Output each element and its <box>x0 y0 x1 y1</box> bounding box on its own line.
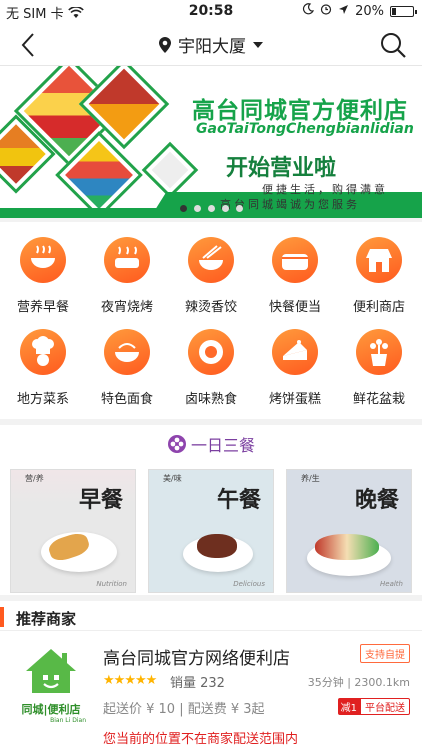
chef-icon <box>20 329 66 375</box>
category-item[interactable]: 便利商店 <box>337 237 421 315</box>
banner-subtitle: GaoTaiTongChengbianlidian <box>196 121 414 137</box>
moon-icon <box>302 3 315 19</box>
section-accent-bar <box>0 607 4 627</box>
out-of-range-warning: 您当前的位置不在商家配送范围内 <box>103 732 299 747</box>
bento-icon <box>272 237 318 283</box>
star-icon: ★ <box>134 673 147 688</box>
category-label: 便利商店 <box>352 300 405 315</box>
status-right: 20% <box>302 3 417 19</box>
meal-card-breakfast[interactable]: 营/养 早餐 Nutrition <box>10 469 136 593</box>
rating-stars: ★★★★★ <box>103 673 158 688</box>
star-icon: ★ <box>145 673 158 688</box>
pagination-dot[interactable] <box>221 205 229 212</box>
star-icon: ★ <box>103 673 115 688</box>
recommended-merchants-header: 推荐商家 <box>0 601 422 631</box>
pagination-dot[interactable] <box>193 205 201 212</box>
merchant-logo: 同城|便利店 Bian Li Dian <box>16 647 86 724</box>
location-pin-icon <box>159 36 171 53</box>
location-name: 宇阳大厦 <box>178 37 246 57</box>
lunch-food <box>197 534 237 558</box>
alarm-icon <box>320 3 332 19</box>
meal-card-note: Delicious <box>233 580 265 588</box>
battery-fill <box>392 7 396 15</box>
store-house-logo-icon <box>26 649 76 693</box>
category-item[interactable]: 卤味熟食 <box>169 329 253 407</box>
meal-card-lunch[interactable]: 美/味 午餐 Delicious <box>148 469 274 593</box>
category-item[interactable]: 快餐便当 <box>253 237 337 315</box>
merchant-sales: 销量 232 <box>170 676 225 691</box>
discount-badge: 减1 <box>337 698 360 715</box>
meal-card-note: Nutrition <box>96 580 127 588</box>
pagination-dot[interactable] <box>207 205 215 212</box>
category-item[interactable]: 特色面食 <box>85 329 169 407</box>
category-item[interactable]: 烤饼蛋糕 <box>253 329 337 407</box>
status-bar: 无 SIM 卡 20:58 20% <box>0 0 422 22</box>
pagination-dot[interactable] <box>179 205 187 212</box>
dropdown-icon <box>253 41 263 48</box>
category-item[interactable]: 营养早餐 <box>1 237 85 315</box>
category-item[interactable]: 夜宵烧烤 <box>85 237 169 315</box>
search-button[interactable] <box>378 30 408 60</box>
category-label: 特色面食 <box>100 392 153 407</box>
platform-delivery-label: 平台配送 <box>360 698 410 715</box>
search-icon <box>381 33 406 58</box>
meal-card-tag: 美/味 <box>163 474 182 483</box>
category-label: 地方菜系 <box>16 392 69 407</box>
merchant-card[interactable]: 同城|便利店 Bian Li Dian 高台同城官方网络便利店 支持自提 ★★★… <box>0 631 422 750</box>
product-photo-5 <box>141 141 199 199</box>
meal-card-title: 午餐 <box>216 487 261 513</box>
meal-card-title: 晚餐 <box>354 487 399 513</box>
category-label: 烤饼蛋糕 <box>268 392 321 407</box>
cake-icon <box>272 329 318 375</box>
flower-badge-icon <box>167 435 186 453</box>
grill-icon <box>104 237 150 283</box>
recommended-merchants-title: 推荐商家 <box>16 610 77 628</box>
category-label: 鲜花盆栽 <box>352 392 405 407</box>
category-item[interactable]: 地方菜系 <box>1 329 85 407</box>
merchant-logo-text: 同城|便利店 <box>21 703 81 716</box>
platform-delivery-badge: 减1 平台配送 <box>337 698 410 715</box>
flower-pot-icon <box>356 329 402 375</box>
merchant-eta-distance: 35分钟 | 2300.1km <box>307 676 410 689</box>
merchant-fees: 起送价 ¥ 10 | 配送费 ¥ 3起 <box>103 702 265 717</box>
self-pickup-badge: 支持自提 <box>360 644 410 663</box>
category-label: 营养早餐 <box>16 300 69 315</box>
merchant-name: 高台同城官方网络便利店 <box>103 649 290 669</box>
category-label: 夜宵烧烤 <box>100 300 153 315</box>
dinner-food <box>315 534 379 560</box>
merchant-logo-subtext: Bian Li Dian <box>50 717 86 724</box>
bowl-icon <box>20 237 66 283</box>
banner-slogan-1: 便捷生活，购得满意 <box>262 183 388 196</box>
meal-card-dinner[interactable]: 养/生 晚餐 Health <box>286 469 412 593</box>
location-arrow-icon <box>338 4 349 19</box>
deli-icon <box>188 329 234 375</box>
store-icon <box>356 237 402 283</box>
pagination-dot[interactable] <box>235 205 243 212</box>
category-label: 辣烫香饺 <box>184 300 237 315</box>
meal-card-tag: 养/生 <box>301 474 320 483</box>
category-label: 快餐便当 <box>268 300 321 315</box>
star-icon: ★ <box>124 673 136 688</box>
location-selector[interactable]: 宇阳大厦 <box>0 32 422 57</box>
battery-percent: 20% <box>355 3 384 19</box>
category-grid: 营养早餐 夜宵烧烤 辣烫香饺 快餐便当 便利商店地方菜系 特色面食 卤味熟食 烤饼蛋糕 鲜花盆栽 <box>0 222 422 419</box>
battery-icon <box>390 5 417 17</box>
noodles-icon <box>188 237 234 283</box>
category-item[interactable]: 鲜花盆栽 <box>337 329 421 407</box>
meals-section: 一日三餐 营/养 早餐 Nutrition 美/味 午餐 Delicious 养… <box>0 425 422 595</box>
category-label: 卤味熟食 <box>184 392 237 407</box>
banner-pagination <box>0 205 422 212</box>
meal-card-title: 早餐 <box>78 487 123 513</box>
meals-heading: 一日三餐 <box>0 432 422 456</box>
noodle-bowl-icon <box>104 329 150 375</box>
banner-title: 高台同城官方便利店 <box>192 98 408 124</box>
meal-card-tag: 营/养 <box>25 474 44 483</box>
meals-heading-text: 一日三餐 <box>190 436 255 455</box>
star-icon: ★ <box>113 673 126 688</box>
promo-banner[interactable]: 高台同城官方便利店 GaoTaiTongChengbianlidian 开始营业… <box>0 66 422 218</box>
nav-bar: 宇阳大厦 <box>0 22 422 66</box>
banner-open-text: 开始营业啦 <box>226 155 337 181</box>
meal-card-note: Health <box>380 580 403 588</box>
category-item[interactable]: 辣烫香饺 <box>169 237 253 315</box>
